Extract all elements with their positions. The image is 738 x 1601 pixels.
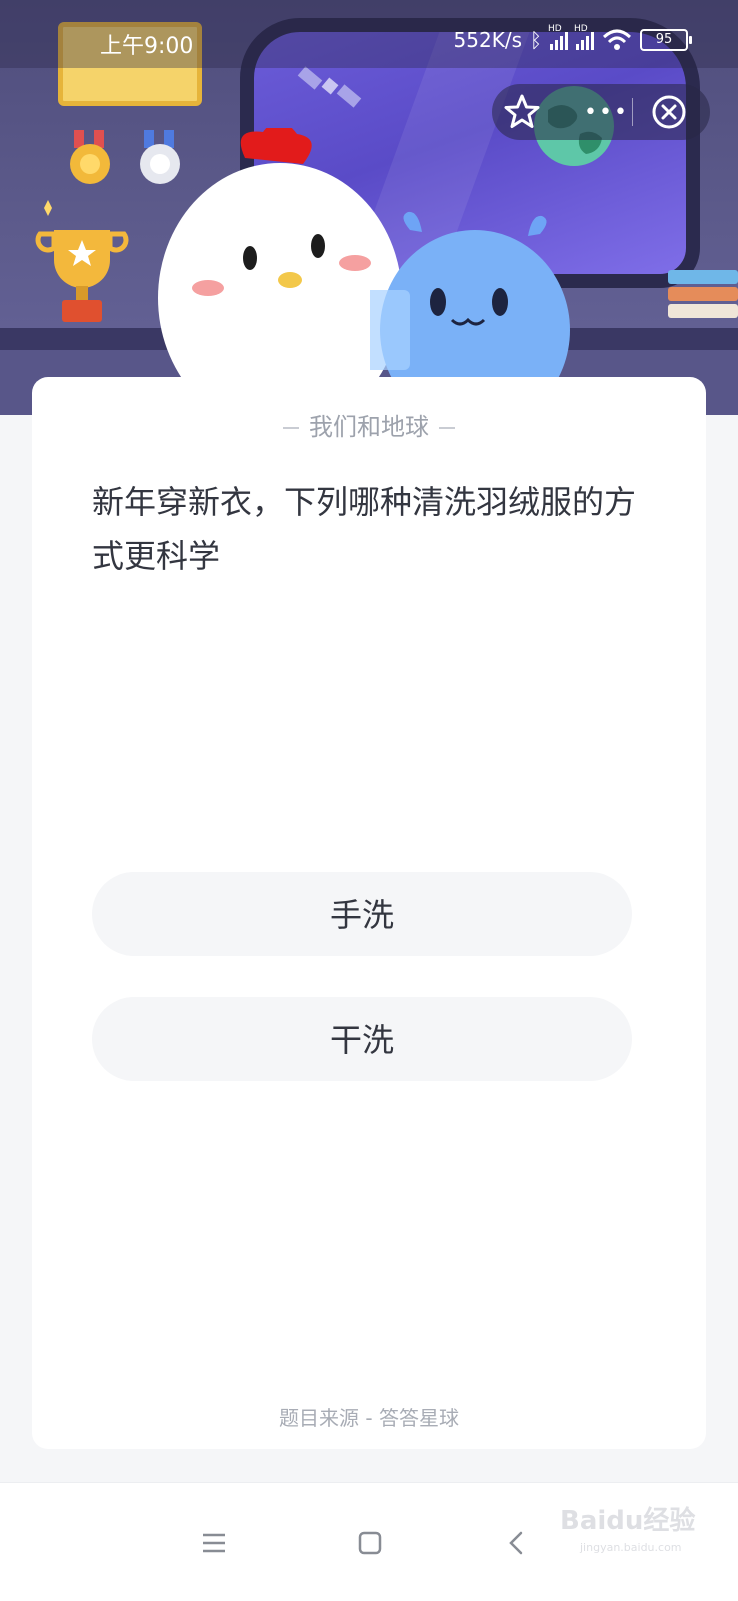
baidu-watermark: Baidu经验 jingyan.baidu.com [560, 1500, 695, 1554]
signal-hd-label: HD [574, 24, 588, 34]
category-dash-left [283, 427, 299, 429]
wifi-icon [602, 29, 632, 50]
gold-medal-icon [70, 130, 110, 184]
status-time: 上午9:00 [100, 34, 194, 59]
battery-indicator: 95 [640, 29, 692, 51]
close-circle-icon[interactable] [650, 93, 688, 131]
signal-strength-icon: HD [574, 24, 594, 50]
quiz-question: 新年穿新衣，下列哪种清洗羽绒服的方式更科学 [92, 483, 637, 575]
quiz-card: 我们和地球 新年穿新衣，下列哪种清洗羽绒服的方式更科学 手洗 干洗 题目来源 -… [32, 377, 706, 1449]
answer-option-dry-clean[interactable]: 干洗 [92, 997, 632, 1081]
stacked-books [668, 270, 738, 330]
watermark-brand: Baidu经验 [560, 1506, 696, 1536]
alien-mascot [370, 211, 570, 380]
trophy-icon [35, 200, 129, 322]
status-bar: 上午9:00 552K/s ᛒ HD HD 95 [0, 0, 738, 68]
miniapp-capsule: ••• [492, 84, 710, 140]
capsule-divider [632, 98, 633, 126]
back-chevron-icon[interactable] [486, 1513, 546, 1573]
category-dash-right [439, 427, 455, 429]
answer-option-hand-wash[interactable]: 手洗 [92, 872, 632, 956]
home-square-icon[interactable] [340, 1513, 400, 1573]
signal-hd-label: HD [548, 24, 562, 34]
status-indicators: 552K/s ᛒ HD HD 95 [453, 24, 692, 52]
network-speed: 552K/s [453, 28, 522, 52]
menu-icon[interactable] [184, 1513, 244, 1573]
star-icon[interactable] [500, 90, 544, 134]
question-source: 题目来源 - 答答星球 [279, 1406, 459, 1430]
watermark-url: jingyan.baidu.com [580, 1541, 682, 1554]
more-dots-icon[interactable]: ••• [584, 100, 629, 125]
signal-strength-icon: HD [548, 24, 568, 50]
header-illustration: 上午9:00 552K/s ᛒ HD HD 95 ••• [0, 0, 738, 415]
quiz-category: 我们和地球 [309, 413, 429, 441]
quiz-category-header: 我们和地球 [32, 407, 706, 442]
bluetooth-icon: ᛒ [530, 28, 542, 52]
